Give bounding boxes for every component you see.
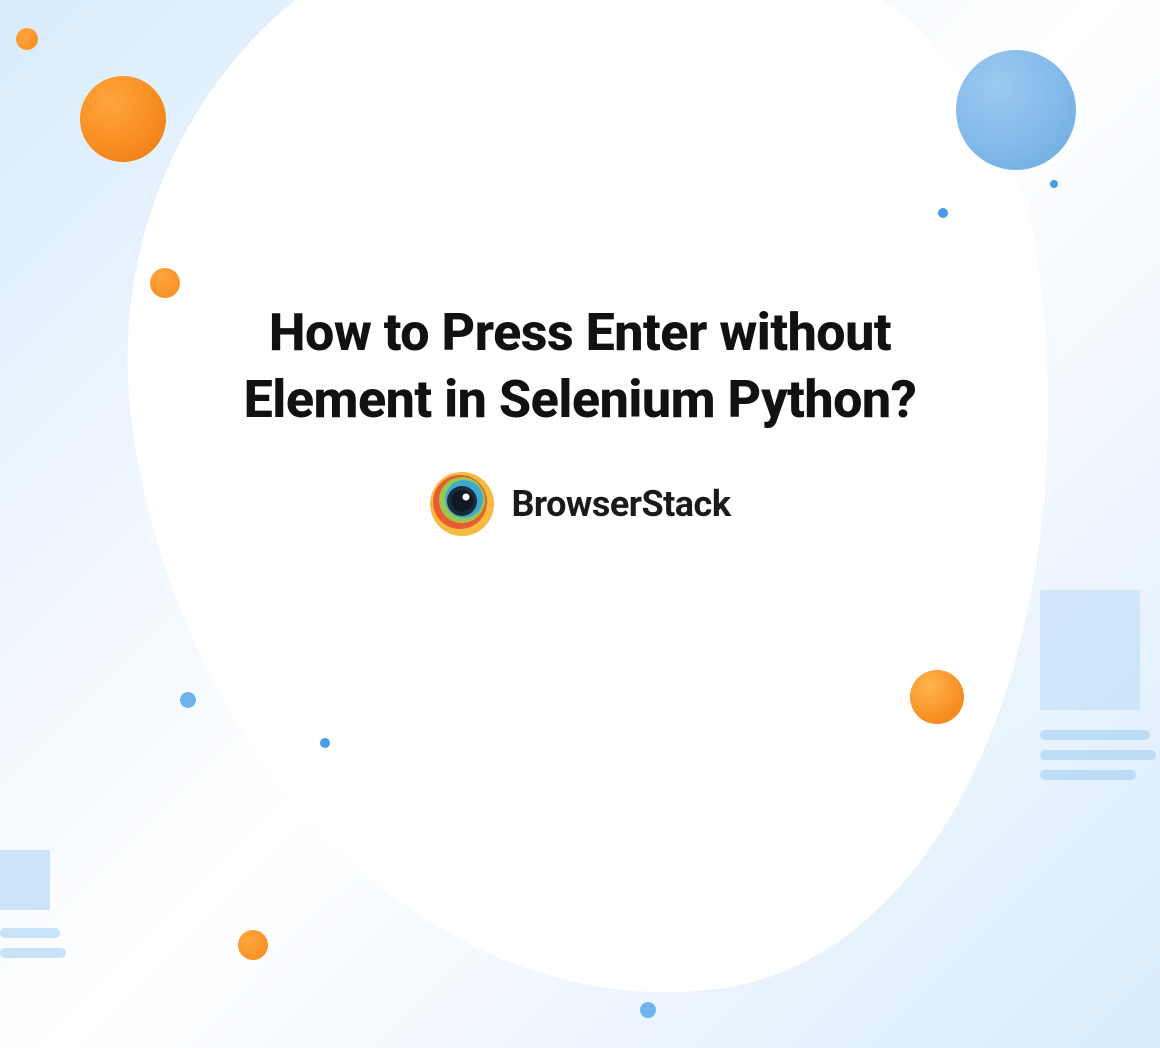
decorative-circle-orange [80,76,166,162]
decorative-lines-right [1040,590,1160,790]
brand-lockup: BrowserStack [429,471,730,537]
decorative-circle-orange [16,28,38,50]
brand-name: BrowserStack [511,483,730,525]
decorative-lines-left [0,850,70,968]
decorative-circle-blue [956,50,1076,170]
page-title: How to Press Enter without Element in Se… [230,300,930,433]
decorative-circle-orange [910,670,964,724]
decorative-dot-blue [938,208,948,218]
content-block: How to Press Enter without Element in Se… [230,300,930,541]
browserstack-logo-icon [429,471,495,537]
decorative-circle-blue [640,1002,656,1018]
decorative-circle-orange [150,268,180,298]
decorative-circle-orange [238,930,268,960]
decorative-dot-blue [1050,180,1058,188]
hero-canvas: How to Press Enter without Element in Se… [0,0,1160,1048]
decorative-circle-blue [180,692,196,708]
decorative-dot-blue [320,738,330,748]
